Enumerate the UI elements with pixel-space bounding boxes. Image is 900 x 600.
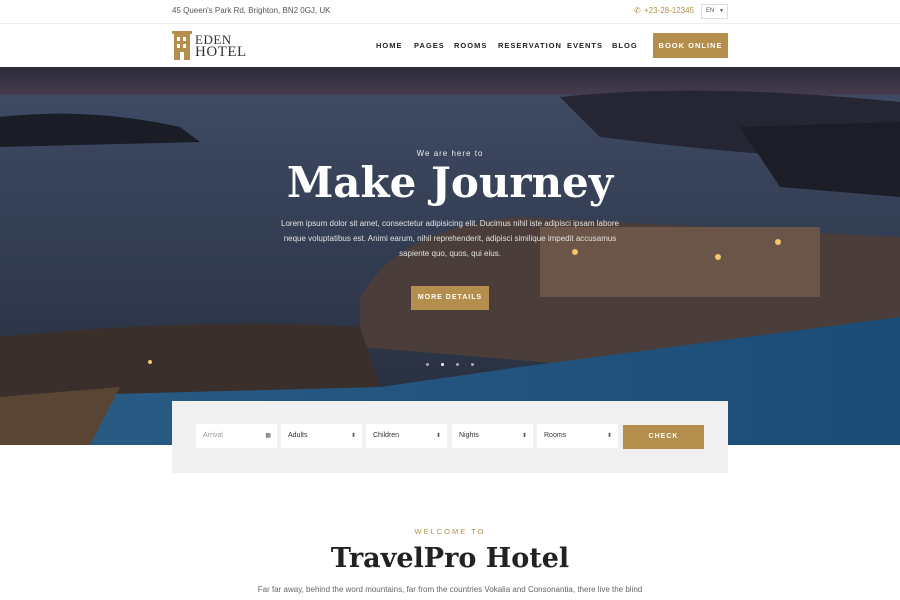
select-arrows-icon: ⬍ bbox=[350, 433, 356, 439]
nav-rooms[interactable]: ROOMS bbox=[454, 41, 487, 50]
hotel-building-icon[interactable] bbox=[172, 29, 196, 61]
phone-icon: ✆ bbox=[634, 6, 641, 15]
nights-select[interactable]: Nights ⬍ bbox=[452, 424, 533, 448]
nav-blog[interactable]: BLOG bbox=[612, 41, 638, 50]
hero-slider: We are here to Make Journey Lorem ipsum … bbox=[0, 67, 900, 445]
welcome-kicker: WELCOME TO bbox=[414, 527, 486, 536]
nav-events[interactable]: EVENTS bbox=[567, 41, 603, 50]
slider-dot-4[interactable] bbox=[471, 363, 474, 366]
main-header bbox=[0, 24, 900, 67]
chevron-down-icon: ▼ bbox=[719, 8, 724, 14]
select-arrows-icon: ⬍ bbox=[606, 433, 612, 439]
hero-description: Lorem ipsum dolor sit amet, consectetur … bbox=[281, 219, 619, 258]
logo-text-hotel[interactable]: HOTEL bbox=[195, 44, 247, 61]
children-label: Children bbox=[373, 432, 400, 439]
arrival-date-input[interactable]: Arrival ▦ bbox=[196, 424, 277, 448]
phone-number: +23-28-12345 bbox=[644, 6, 695, 15]
adults-select[interactable]: Adults ⬍ bbox=[281, 424, 362, 448]
nav-home[interactable]: HOME bbox=[376, 41, 403, 50]
top-bar bbox=[0, 0, 900, 24]
slider-dot-2[interactable] bbox=[441, 363, 444, 366]
nav-pages[interactable]: PAGES bbox=[414, 41, 445, 50]
calendar-icon: ▦ bbox=[265, 433, 271, 439]
select-arrows-icon: ⬍ bbox=[521, 433, 527, 439]
slider-dot-1[interactable] bbox=[426, 363, 429, 366]
adults-label: Adults bbox=[288, 432, 308, 439]
address-text: 45 Queen's Park Rd, Brighton, BN2 0GJ, U… bbox=[172, 6, 331, 15]
nights-label: Nights bbox=[459, 432, 479, 439]
language-value: EN bbox=[706, 8, 715, 14]
phone-link[interactable]: ✆ +23-28-12345 bbox=[634, 6, 694, 15]
rooms-select[interactable]: Rooms ⬍ bbox=[537, 424, 618, 448]
slider-dot-3[interactable] bbox=[456, 363, 459, 366]
section-description: Far far away, behind the word mountains,… bbox=[257, 585, 643, 594]
arrival-placeholder: Arrival bbox=[203, 432, 223, 439]
hero-subtitle: We are here to bbox=[416, 149, 484, 158]
nav-reservation[interactable]: RESERVATION bbox=[498, 41, 562, 50]
check-availability-button[interactable]: CHECK bbox=[623, 425, 704, 449]
hero-title: Make Journey bbox=[286, 158, 614, 207]
book-online-button[interactable]: BOOK ONLINE bbox=[653, 33, 728, 58]
children-select[interactable]: Children ⬍ bbox=[366, 424, 447, 448]
rooms-label: Rooms bbox=[544, 432, 567, 439]
section-title: TravelPro Hotel bbox=[330, 543, 570, 574]
more-details-button[interactable]: MORE DETAILS bbox=[411, 286, 489, 310]
language-select[interactable]: EN ▼ bbox=[701, 4, 728, 19]
select-arrows-icon: ⬍ bbox=[435, 433, 441, 439]
